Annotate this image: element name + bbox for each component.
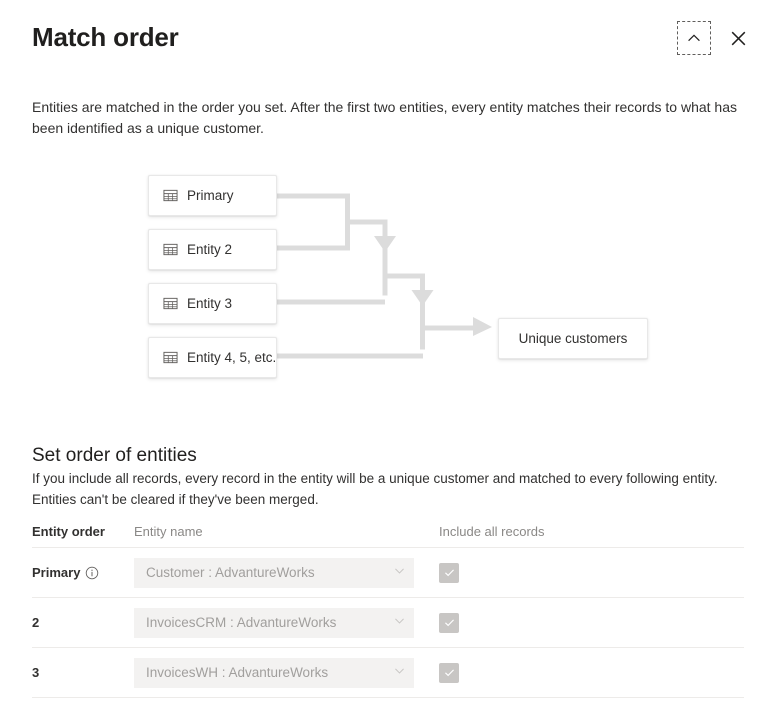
row-entity-cell: InvoicesCRM : AdvantureWorks — [134, 607, 439, 638]
row-order-label: 2 — [32, 615, 40, 630]
diagram-node-entity-2: Entity 2 — [148, 229, 277, 270]
info-icon[interactable] — [85, 566, 99, 580]
include-all-records-checkbox[interactable] — [439, 662, 459, 683]
entity-name-value: Customer : AdvantureWorks — [146, 565, 315, 580]
row-order-label: 3 — [32, 665, 40, 680]
diagram-node-label: Primary — [187, 187, 234, 203]
row-include-cell — [439, 612, 744, 633]
diagram-connectors — [277, 193, 492, 359]
table-grid-icon — [163, 296, 178, 311]
diagram-result-box: Unique customers — [498, 318, 648, 359]
row-include-cell — [439, 662, 744, 683]
diagram-node-label: Entity 2 — [187, 241, 233, 257]
table-row: 3 InvoicesWH : AdvantureWorks — [32, 648, 744, 698]
row-order-cell: Primary — [32, 565, 134, 580]
chevron-down-icon — [393, 664, 406, 682]
include-all-records-checkbox[interactable] — [439, 562, 459, 583]
entity-name-dropdown[interactable]: InvoicesCRM : AdvantureWorks — [134, 607, 414, 638]
close-button[interactable] — [722, 22, 754, 54]
column-header-entity-order: Entity order — [32, 524, 105, 539]
match-order-diagram: Primary Entity 2 Entity 3 Entity 4, 5, e… — [0, 160, 776, 395]
diagram-node-entity-4-5: Entity 4, 5, etc. — [148, 337, 277, 378]
table-grid-icon — [163, 188, 178, 203]
page-title: Match order — [32, 22, 179, 52]
section-description: If you include all records, every record… — [32, 470, 718, 507]
section-heading: Set order of entities — [32, 444, 197, 466]
row-order-cell: 2 — [32, 615, 134, 630]
table-row: Primary Customer : AdvantureWorks — [32, 548, 744, 598]
diagram-result-label: Unique customers — [518, 330, 628, 346]
row-entity-cell: Customer : AdvantureWorks — [134, 557, 439, 588]
diagram-node-label: Entity 4, 5, etc. — [187, 349, 277, 365]
diagram-node-entity-3: Entity 3 — [148, 283, 277, 324]
diagram-node-label: Entity 3 — [187, 295, 233, 311]
entity-name-dropdown[interactable]: InvoicesWH : AdvantureWorks — [134, 657, 414, 688]
include-all-records-checkbox[interactable] — [439, 612, 459, 633]
panel-header: Match order — [0, 0, 776, 72]
row-order-cell: 3 — [32, 665, 134, 680]
close-icon — [730, 30, 747, 47]
chevron-up-icon — [686, 30, 702, 46]
row-include-cell — [439, 562, 744, 583]
header-actions — [677, 21, 754, 55]
entity-name-value: InvoicesCRM : AdvantureWorks — [146, 615, 337, 630]
entity-name-dropdown[interactable]: Customer : AdvantureWorks — [134, 557, 414, 588]
entity-name-value: InvoicesWH : AdvantureWorks — [146, 665, 329, 680]
column-header-include-all-records: Include all records — [439, 524, 545, 539]
chevron-up-icon-button[interactable] — [677, 21, 711, 55]
row-entity-cell: InvoicesWH : AdvantureWorks — [134, 657, 439, 688]
entity-order-table: Entity order Entity name Include all rec… — [32, 516, 744, 698]
intro-description: Entities are matched in the order you se… — [32, 99, 737, 136]
chevron-down-icon — [393, 564, 406, 582]
row-order-label: Primary — [32, 565, 81, 580]
table-grid-icon — [163, 350, 178, 365]
chevron-down-icon — [393, 614, 406, 632]
table-header-row: Entity order Entity name Include all rec… — [32, 516, 744, 548]
table-grid-icon — [163, 242, 178, 257]
diagram-node-primary: Primary — [148, 175, 277, 216]
table-row: 2 InvoicesCRM : AdvantureWorks — [32, 598, 744, 648]
column-header-entity-name: Entity name — [134, 524, 203, 539]
